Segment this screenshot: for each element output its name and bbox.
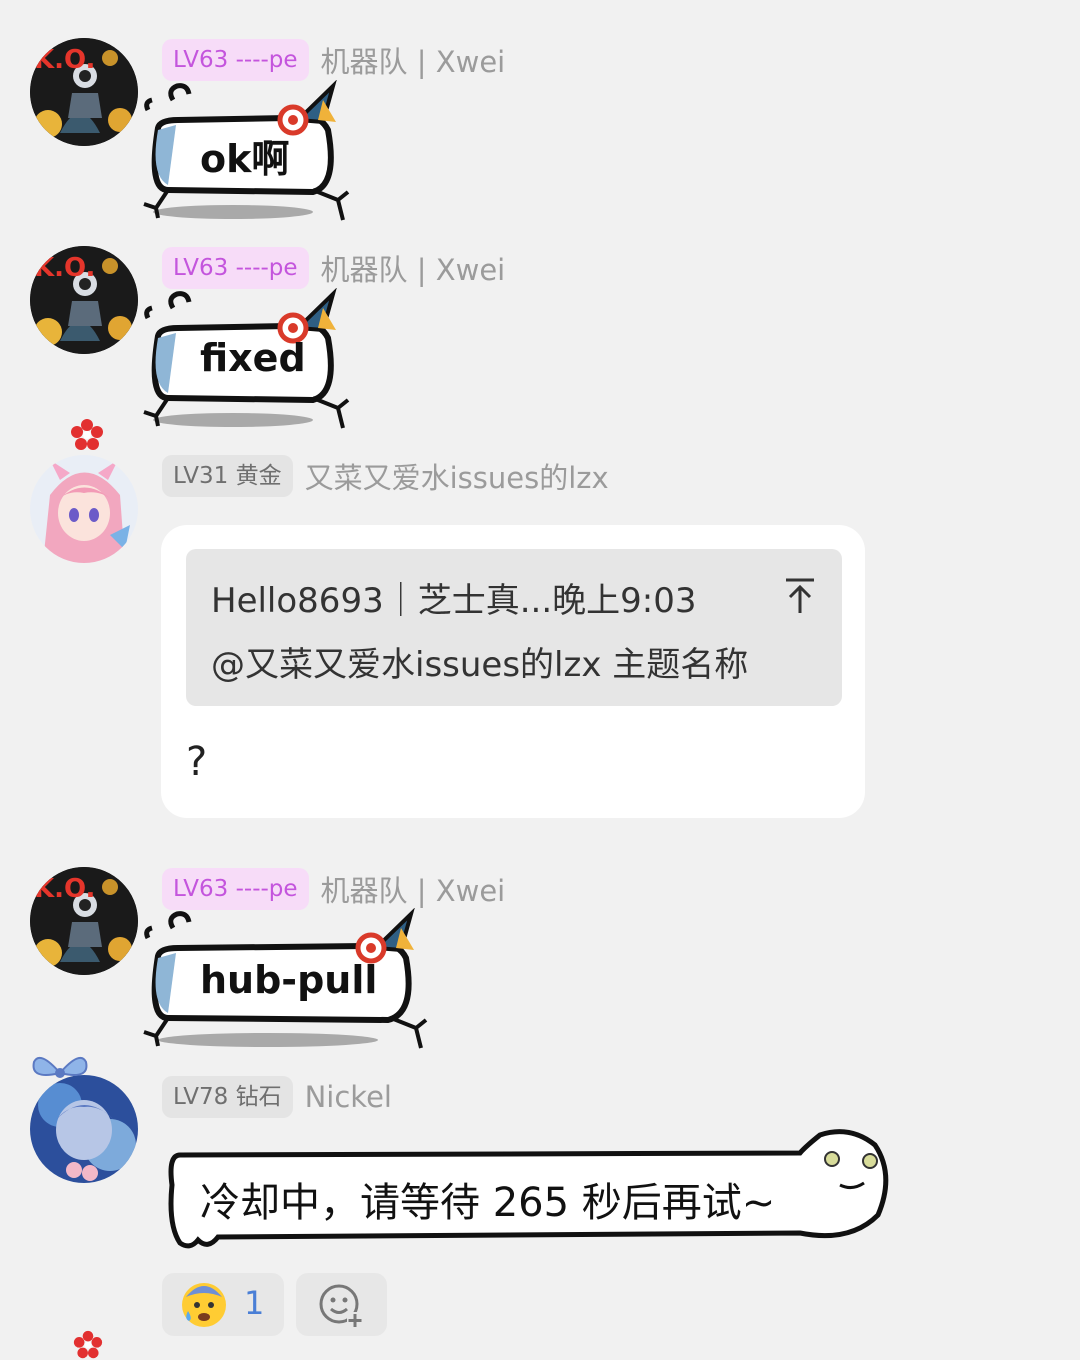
- username[interactable]: 机器队 | Xwei: [321, 247, 506, 289]
- username[interactable]: 机器队 | Xwei: [321, 868, 506, 910]
- message-text: 冷却中，请等待 265 秒后再试~: [200, 1180, 776, 1226]
- reply-text: ?: [186, 739, 208, 785]
- message-header: LV63 ----pe 机器队 | Xwei: [162, 868, 505, 910]
- quoted-message[interactable]: Hello8693｜芝士真...晚上9:03 @又菜又爱水issues的lzx …: [186, 549, 842, 706]
- add-reaction-button[interactable]: [296, 1273, 387, 1336]
- quote-author-time: Hello8693｜芝士真...晚上9:03: [211, 581, 697, 621]
- message-header: LV31 黄金 又菜又爱水issues的lzx: [162, 455, 609, 497]
- flower-badge-icon: [73, 1330, 103, 1359]
- jump-to-top-icon[interactable]: [784, 577, 816, 615]
- avatar[interactable]: [30, 867, 138, 975]
- anxious-face-icon: [182, 1283, 226, 1327]
- bird-sticker[interactable]: fixed: [138, 287, 358, 442]
- sticker-caption: hub-pull: [200, 958, 378, 1002]
- ribbon-badge-icon: [32, 1056, 88, 1078]
- add-reaction-icon: [319, 1284, 363, 1328]
- flower-badge-icon: [71, 419, 103, 450]
- message-header: LV63 ----pe 机器队 | Xwei: [162, 39, 505, 81]
- reaction-count: 1: [244, 1284, 265, 1322]
- message-header: LV78 钻石 Nickel: [162, 1076, 392, 1118]
- level-badge: LV63 ----pe: [162, 39, 309, 81]
- avatar[interactable]: [30, 455, 138, 563]
- username[interactable]: 机器队 | Xwei: [321, 39, 506, 81]
- level-badge: LV78 钻石: [162, 1076, 293, 1118]
- reaction-anxious[interactable]: 1: [162, 1273, 284, 1336]
- sticker-caption: ok啊: [200, 137, 290, 181]
- message-header: LV63 ----pe 机器队 | Xwei: [162, 247, 505, 289]
- avatar[interactable]: [30, 38, 138, 146]
- level-badge: LV63 ----pe: [162, 868, 309, 910]
- message-bubble[interactable]: Hello8693｜芝士真...晚上9:03 @又菜又爱水issues的lzx …: [161, 525, 865, 818]
- username[interactable]: 又菜又爱水issues的lzx: [305, 455, 609, 497]
- sticker-caption: fixed: [200, 336, 306, 380]
- bird-sticker[interactable]: ok啊: [138, 79, 358, 234]
- username[interactable]: Nickel: [305, 1080, 392, 1114]
- quote-content: @又菜又爱水issues的lzx 主题名称: [211, 645, 749, 685]
- level-badge: LV63 ----pe: [162, 247, 309, 289]
- level-badge: LV31 黄金: [162, 455, 293, 497]
- avatar[interactable]: [30, 246, 138, 354]
- bird-sticker[interactable]: hub-pull: [138, 907, 438, 1062]
